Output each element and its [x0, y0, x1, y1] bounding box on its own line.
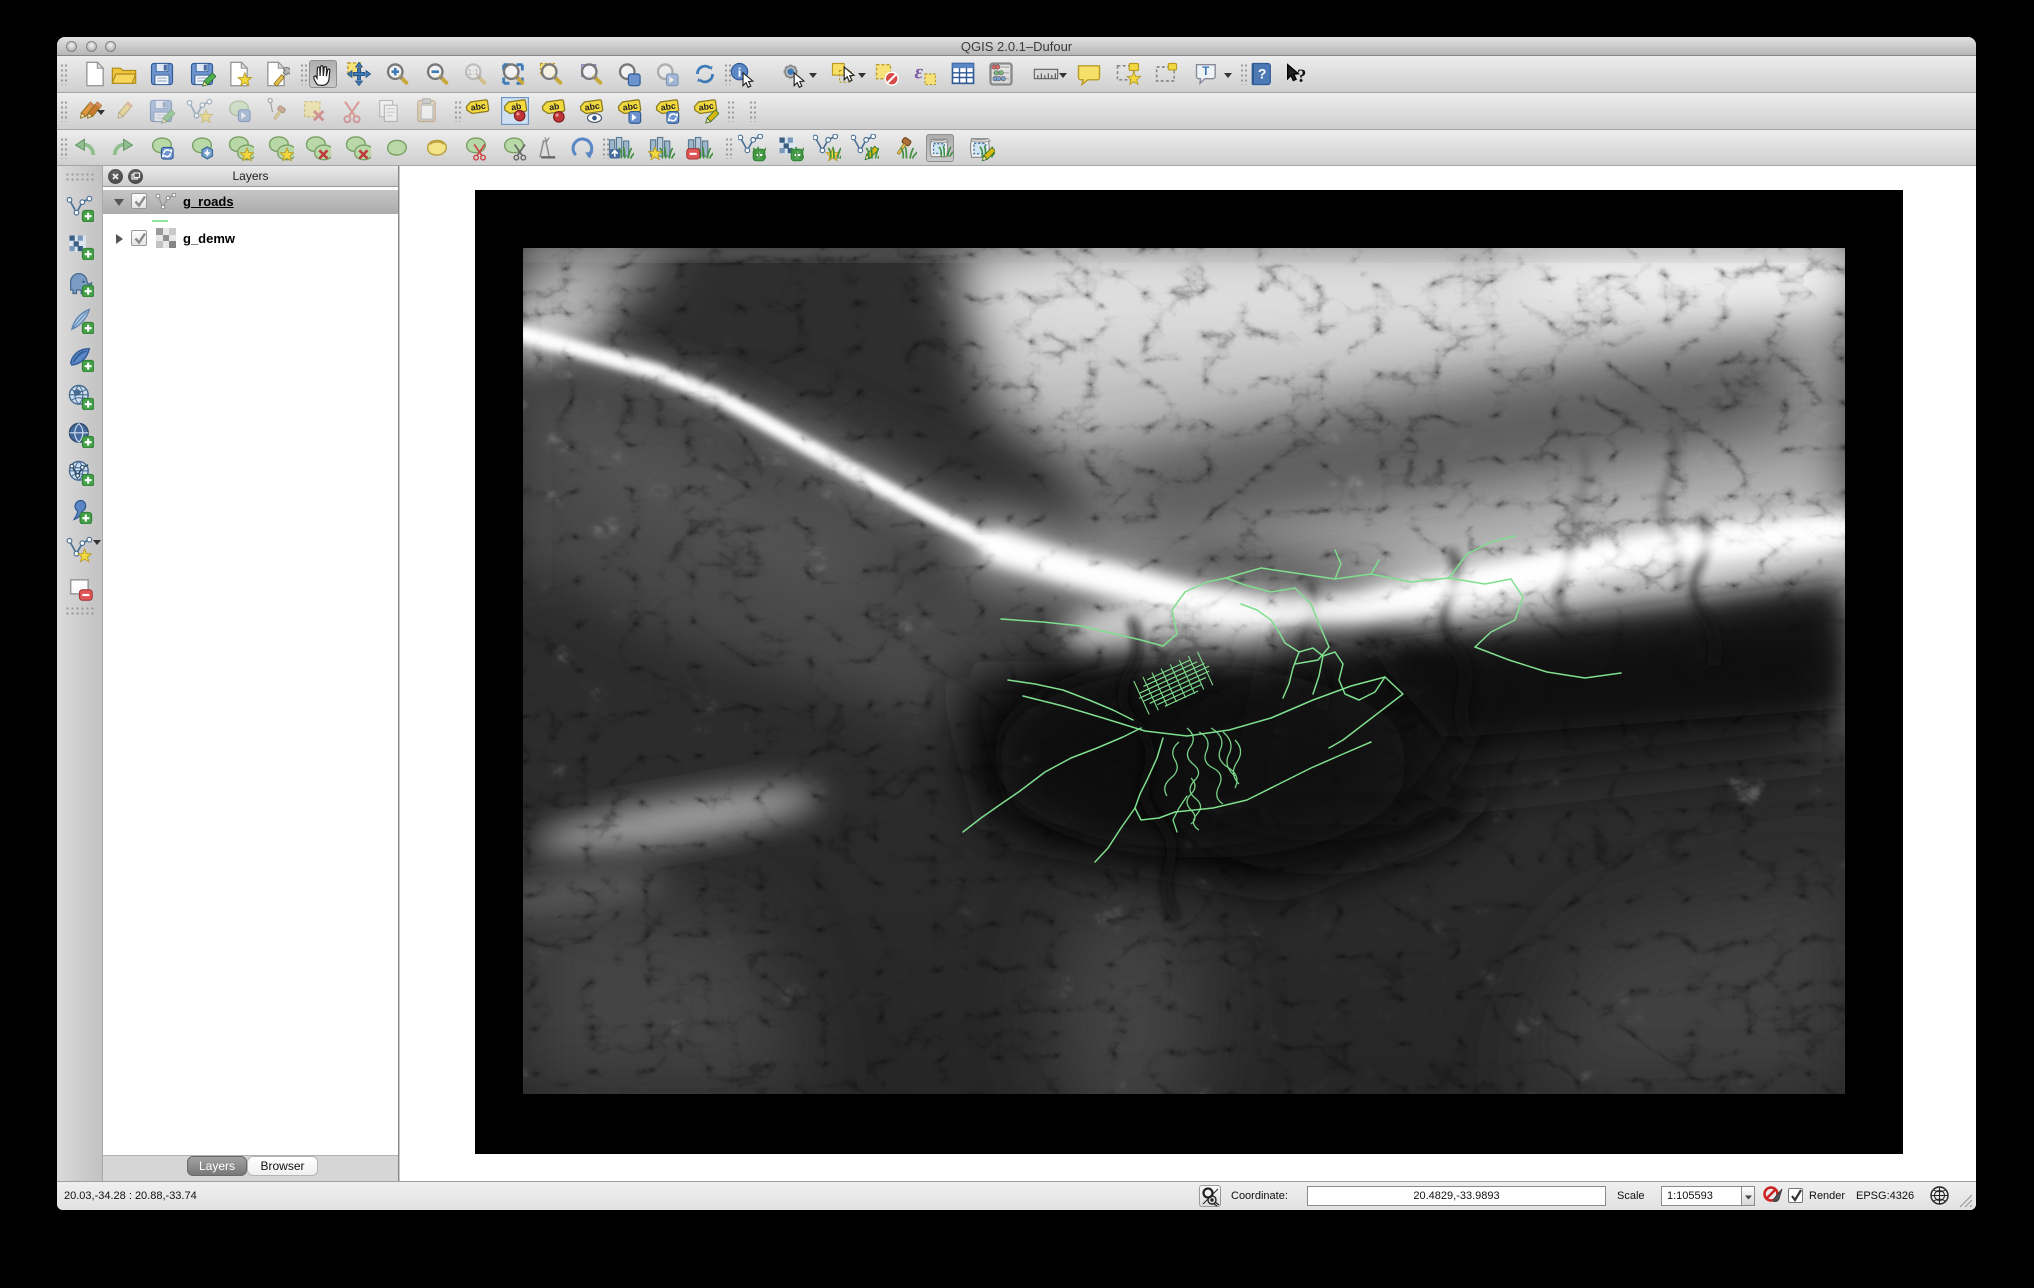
- svg-text:ε: ε: [915, 60, 924, 84]
- svg-text:i: i: [738, 65, 742, 79]
- svg-text:abc: abc: [470, 101, 486, 113]
- svg-text:abc: abc: [698, 101, 714, 113]
- svg-text:1:1: 1:1: [468, 68, 480, 77]
- svg-text:abc: abc: [660, 101, 676, 113]
- svg-text:abc: abc: [584, 101, 600, 113]
- svg-text:abc: abc: [622, 101, 638, 113]
- svg-text:?: ?: [1258, 66, 1267, 82]
- svg-text:ab: ab: [548, 101, 560, 112]
- svg-text:T: T: [1202, 65, 1209, 78]
- svg-text:?: ?: [1297, 66, 1306, 87]
